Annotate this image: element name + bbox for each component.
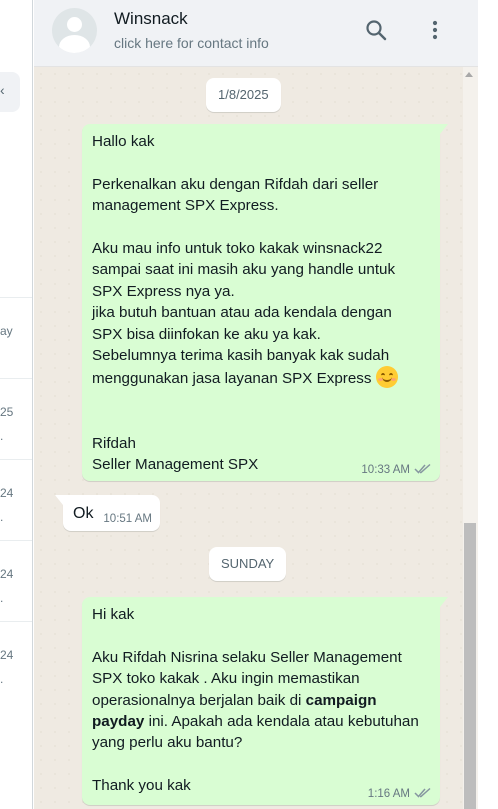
incoming-message[interactable]: Ok 10:51 AM <box>55 495 160 531</box>
message-line: SPX Express nya ya. <box>92 282 235 300</box>
message-line: menggunakan jasa layanan SPX Express <box>92 366 430 389</box>
message-line <box>92 411 430 432</box>
double-check-icon <box>414 787 432 801</box>
message-line <box>92 625 430 646</box>
message-text: Hallo kak Perkenalkan aku dengan Rifdah d… <box>92 131 430 475</box>
message-line: SPX bisa diinfokan ke aku ya kak. <box>92 325 321 343</box>
contact-name[interactable]: Winsnack <box>114 9 188 29</box>
message-line: payday ini. Apakah ada kendala atau kebu… <box>92 713 419 731</box>
outgoing-message[interactable]: Hallo kak Perkenalkan aku dengan Rifdah d… <box>82 124 448 481</box>
chat-list-item-time: 25 <box>0 405 14 419</box>
avatar-icon[interactable] <box>52 8 97 53</box>
menu-icon[interactable] <box>421 16 449 44</box>
message-time: 1:16 AM <box>367 788 410 800</box>
message-line: Rifdah <box>92 434 136 452</box>
chat-list-item-time: ay <box>0 324 13 338</box>
message-line: SPX toko kakak . Aku ingin memastikan <box>92 670 360 688</box>
search-icon[interactable] <box>362 16 390 44</box>
bold-text: payday <box>92 713 145 731</box>
chat-list-item-preview: . <box>0 591 4 605</box>
message-line: Aku Rifdah Nisrina selaku Seller Managem… <box>92 648 402 666</box>
message-line: Hi kak <box>92 606 135 623</box>
message-line: sampai saat ini masih aku yang handle un… <box>92 261 396 279</box>
message-time: 10:33 AM <box>361 464 410 476</box>
message-line <box>92 754 430 775</box>
bold-text: campaign <box>305 691 377 709</box>
smiling-emoji-icon <box>375 366 398 389</box>
chat-list-item[interactable]: ay <box>0 297 32 378</box>
message-line: operasionalnya berjalan baik di campaign <box>92 691 377 709</box>
message-line: jika butuh bantuan atau ada kendala deng… <box>92 304 392 322</box>
chat-list-item-time: 24 <box>0 648 14 662</box>
scrollbar-thumb[interactable] <box>464 523 476 809</box>
contact-info-link[interactable]: click here for contact info <box>114 35 269 51</box>
chat-list-item-time: 24 <box>0 486 14 500</box>
chat-list-item[interactable]: 24 . <box>0 621 32 702</box>
scroll-up-arrow-icon[interactable] <box>465 72 473 77</box>
message-line: management SPX Express. <box>92 197 279 215</box>
chat-list-item-preview: . <box>0 510 4 524</box>
conversation-panel[interactable]: 1/8/2025 Hallo kak Perkenalkan aku dengan… <box>34 67 478 809</box>
chat-list-item-time: 24 <box>0 567 14 581</box>
date-separator: SUNDAY <box>209 547 287 581</box>
chat-list-pane: ‹ ay 25 . 24 . 24 . 24 . <box>0 0 33 809</box>
chat-list-item[interactable]: 24 . <box>0 540 32 621</box>
message-line <box>92 152 430 173</box>
message-line: Aku mau info untuk toko kakak winsnack22 <box>92 240 383 257</box>
chevron-left-icon: ‹ <box>0 82 5 98</box>
message-line <box>92 390 430 411</box>
message-line: yang perlu aku bantu? <box>92 734 243 752</box>
message-line <box>92 217 430 238</box>
chat-list-item[interactable]: 24 . <box>0 459 32 540</box>
message-line: Sebelumnya terima kasih banyak kak sudah <box>92 347 390 365</box>
chat-list-item[interactable]: 25 . <box>0 378 32 459</box>
message-line: Hallo kak <box>92 133 155 150</box>
chat-list-item-preview: . <box>0 429 4 443</box>
collapse-button[interactable]: ‹ <box>0 72 20 112</box>
window-edge <box>478 0 498 809</box>
date-separator: 1/8/2025 <box>206 78 281 112</box>
outgoing-message[interactable]: Hi kak Aku Rifdah Nisrina selaku Seller … <box>82 597 448 805</box>
message-line: Perkenalkan aku dengan Rifdah dari selle… <box>92 175 379 193</box>
chat-list-item-preview: . <box>0 672 4 686</box>
message-meta: 10:33 AM <box>361 463 432 477</box>
message-meta: 1:16 AM <box>368 787 432 801</box>
message-text: Ok <box>73 505 94 522</box>
message-time: 10:51 AM <box>103 513 152 525</box>
message-meta: 10:51 AM <box>103 513 152 525</box>
chat-header: Winsnack click here for contact info <box>34 0 478 67</box>
double-check-icon <box>414 463 432 477</box>
